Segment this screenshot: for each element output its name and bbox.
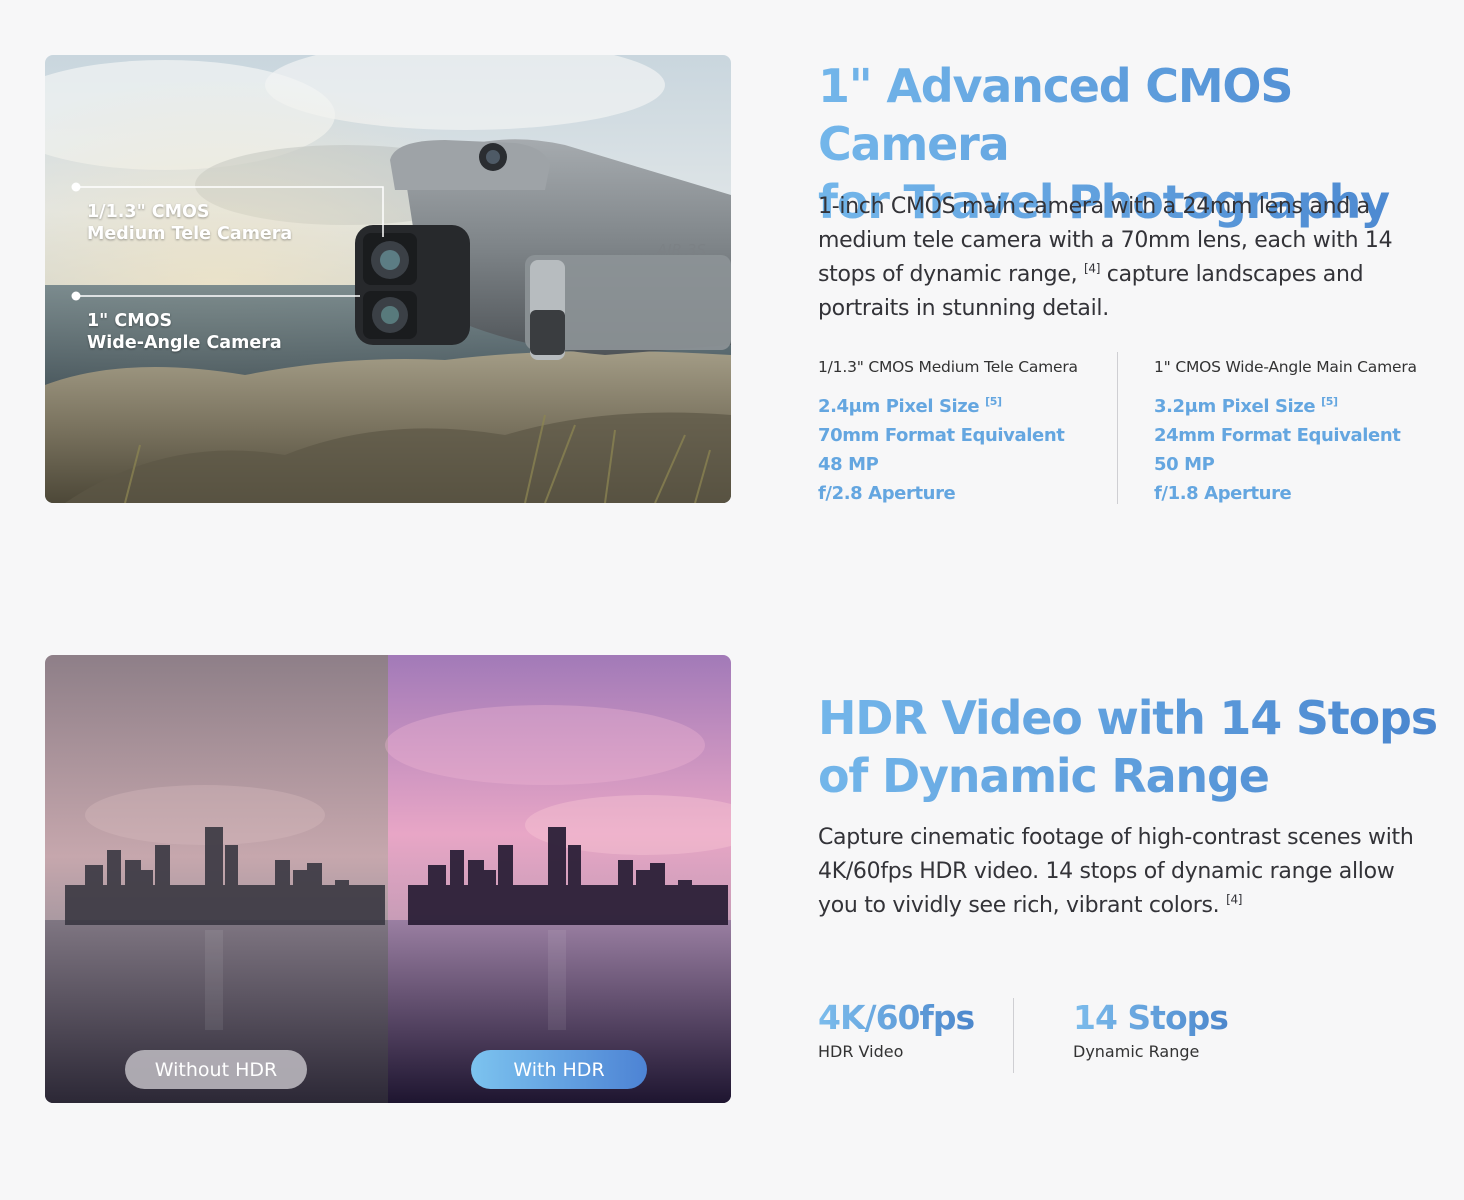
- stat-label: Dynamic Range: [1073, 1042, 1200, 1061]
- wide-camera-label-line2: Wide-Angle Camera: [87, 333, 282, 353]
- spec-heading: 1/1.3" CMOS Medium Tele Camera: [818, 358, 1078, 376]
- city-skyline-illustration: [45, 655, 731, 1103]
- section2-title-line1: HDR Video with 14 Stops: [818, 691, 1437, 745]
- spec-pixel-size-text: 2.4μm Pixel Size: [818, 396, 980, 417]
- stat-label: HDR Video: [818, 1042, 904, 1061]
- section2-description: Capture cinematic footage of high-contra…: [818, 821, 1428, 923]
- spec-megapixels: 50 MP: [1154, 454, 1215, 475]
- stat-hdr-video: 4K/60fps HDR Video: [818, 998, 975, 1061]
- section2-description-text: Capture cinematic footage of high-contra…: [818, 825, 1414, 918]
- footnote-ref[interactable]: [5]: [1321, 395, 1338, 408]
- stat-dynamic-range: 14 Stops Dynamic Range: [1073, 998, 1229, 1061]
- spec-format: 70mm Format Equivalent: [818, 425, 1065, 446]
- tele-camera-label: 1/1.3" CMOS Medium Tele Camera: [87, 201, 292, 245]
- drone-photo-illustration: AIR 3S: [45, 55, 731, 503]
- stat-divider: [1013, 998, 1014, 1073]
- drone-model-mark: AIR 3S: [656, 241, 706, 259]
- section2-title-line2: of Dynamic Range: [818, 749, 1269, 803]
- tele-camera-label-line2: Medium Tele Camera: [87, 224, 293, 244]
- footnote-ref[interactable]: [4]: [1226, 893, 1242, 907]
- drone-camera-image: AIR 3S 1/1.3" CMOS Medium Tele Camera 1"…: [45, 55, 731, 503]
- spec-megapixels: 48 MP: [818, 454, 879, 475]
- spec-pixel-size: 2.4μm Pixel Size [5]: [818, 392, 1078, 421]
- footnote-ref[interactable]: [4]: [1084, 262, 1100, 276]
- wide-camera-label-line1: 1" CMOS: [87, 311, 173, 331]
- spec-aperture: f/2.8 Aperture: [818, 483, 956, 504]
- spec-aperture: f/1.8 Aperture: [1154, 483, 1292, 504]
- section2-title: HDR Video with 14 Stops of Dynamic Range: [818, 689, 1438, 805]
- hdr-comparison-image: Without HDR With HDR: [45, 655, 731, 1103]
- spec-format: 24mm Format Equivalent: [1154, 425, 1401, 446]
- stat-value: 14 Stops: [1073, 998, 1229, 1037]
- section1-title-line1: 1" Advanced CMOS Camera: [818, 59, 1293, 171]
- wide-camera-specs: 1" CMOS Wide-Angle Main Camera 3.2μm Pix…: [1154, 356, 1417, 508]
- spec-pixel-size: 3.2μm Pixel Size [5]: [1154, 392, 1417, 421]
- section1-description: 1-inch CMOS main camera with a 24mm lens…: [818, 190, 1428, 326]
- tele-camera-specs: 1/1.3" CMOS Medium Tele Camera 2.4μm Pix…: [818, 356, 1078, 508]
- stat-value: 4K/60fps: [818, 998, 975, 1037]
- tele-camera-label-line1: 1/1.3" CMOS: [87, 202, 210, 222]
- spec-divider: [1117, 352, 1118, 504]
- spec-pixel-size-text: 3.2μm Pixel Size: [1154, 396, 1316, 417]
- tele-callout-dot: [71, 182, 81, 192]
- wide-callout-dot: [71, 291, 81, 301]
- spec-heading: 1" CMOS Wide-Angle Main Camera: [1154, 358, 1417, 376]
- wide-camera-label: 1" CMOS Wide-Angle Camera: [87, 310, 282, 354]
- with-hdr-label: With HDR: [513, 1058, 605, 1081]
- footnote-ref[interactable]: [5]: [985, 395, 1002, 408]
- without-hdr-label: Without HDR: [154, 1058, 278, 1081]
